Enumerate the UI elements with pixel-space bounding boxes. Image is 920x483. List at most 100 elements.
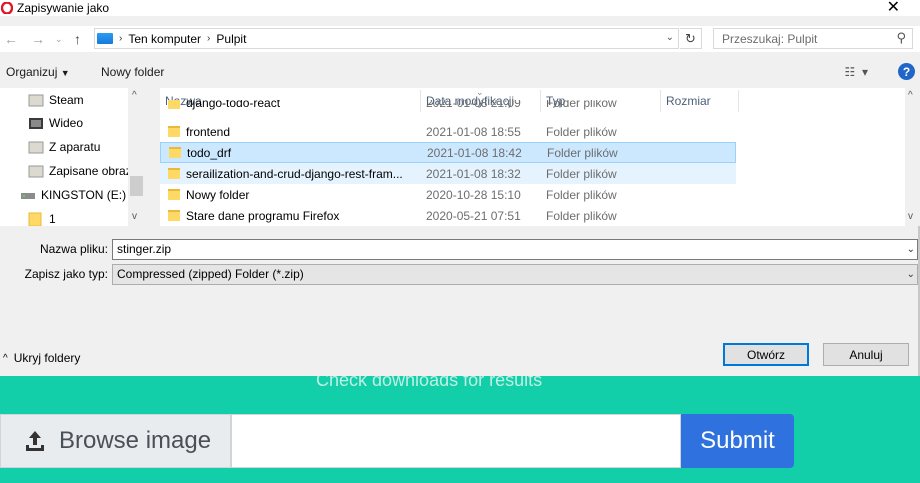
- file-date: 2020-10-28 15:10: [426, 187, 521, 202]
- folder-icon: [168, 126, 180, 137]
- file-type: Folder plików: [546, 100, 617, 110]
- file-name: todo_drf: [187, 145, 232, 160]
- video-folder-icon: [29, 118, 43, 129]
- search-placeholder: Przeszukaj: Pulpit: [722, 31, 818, 46]
- scroll-up-icon[interactable]: ^: [132, 90, 137, 101]
- list-item[interactable]: frontend 2021-01-08 18:55 Folder plików: [160, 121, 736, 142]
- back-arrow-icon[interactable]: ←: [4, 31, 18, 47]
- file-name: Stare dane programu Firefox: [186, 208, 340, 223]
- file-type: Folder plików: [546, 187, 617, 202]
- tree-item-video[interactable]: Wideo: [28, 112, 83, 134]
- recent-locations-icon[interactable]: ⌄: [55, 34, 63, 45]
- up-arrow-icon[interactable]: ↑: [74, 31, 81, 47]
- file-date: 2021-01-08 21:09: [426, 100, 521, 110]
- chevron-up-icon: ^: [3, 352, 8, 364]
- close-icon[interactable]: ✕: [887, 0, 900, 16]
- tree-item-label: KINGSTON (E:): [41, 188, 127, 202]
- filetype-select[interactable]: Compressed (zipped) Folder (*.zip) ⌄: [112, 263, 918, 285]
- scroll-thumb[interactable]: [130, 176, 143, 196]
- tree-item-label: Z aparatu: [49, 140, 101, 154]
- file-name: Nowy folder: [186, 187, 250, 202]
- tree-item-folder-1[interactable]: 1: [28, 208, 56, 226]
- filename-input[interactable]: stinger.zip ⌄: [112, 238, 918, 260]
- filename-label: Nazwa pliku:: [39, 242, 108, 256]
- scroll-down-icon[interactable]: v: [908, 211, 913, 222]
- new-folder-button[interactable]: Nowy folder: [101, 65, 164, 79]
- organize-menu[interactable]: Organizuj ▼: [6, 65, 70, 79]
- file-list: Nazwa Data modyfikacji Typ Rozmiar ⌄ dja…: [160, 88, 905, 226]
- filetype-row: Zapisz jako typ: Compressed (zipped) Fol…: [0, 263, 920, 285]
- filename-value: stinger.zip: [117, 242, 172, 256]
- tree-item-label: Steam: [49, 93, 84, 107]
- file-type: Folder plików: [546, 124, 617, 139]
- address-bar[interactable]: › Ten komputer › Pulpit ⌄: [94, 28, 679, 49]
- caret-down-icon: ▼: [60, 68, 70, 78]
- browse-image-label: Browse image: [59, 427, 212, 454]
- list-item[interactable]: django-todo-react 2021-01-08 21:09 Folde…: [160, 100, 736, 114]
- drive-icon: [21, 193, 35, 199]
- hide-folders-toggle[interactable]: ^ Ukryj foldery: [3, 351, 80, 365]
- tree-item-label: 1: [49, 212, 56, 226]
- chevron-down-icon[interactable]: ⌄: [907, 269, 915, 280]
- tree-item-saved-pictures[interactable]: Zapisane obraz: [28, 160, 132, 182]
- upload-icon: [26, 431, 44, 451]
- file-list-scrollbar[interactable]: ^ v: [905, 88, 920, 226]
- scroll-up-icon[interactable]: ^: [908, 90, 913, 101]
- list-item[interactable]: Nowy folder 2020-10-28 15:10 Folder plik…: [160, 184, 736, 205]
- chevron-down-icon[interactable]: ⌄: [907, 244, 915, 255]
- tree-item-camera-roll[interactable]: Z aparatu: [28, 136, 100, 158]
- search-input[interactable]: Przeszukaj: Pulpit ⚲: [713, 28, 913, 49]
- tree-item-label: Zapisane obraz: [49, 164, 132, 178]
- tree-item-kingston-drive[interactable]: KINGSTON (E:): [20, 184, 126, 206]
- file-date: 2021-01-08 18:42: [427, 145, 522, 160]
- save-button[interactable]: Otwórz: [723, 343, 809, 366]
- computer-icon: [97, 33, 113, 44]
- browse-image-button[interactable]: Browse image: [0, 414, 231, 468]
- image-url-input[interactable]: [231, 414, 681, 468]
- dialog-titlebar: Zapisywanie jako ✕: [0, 0, 920, 16]
- folder-icon: [28, 141, 44, 154]
- folder-icon: [168, 168, 180, 179]
- filename-row: Nazwa pliku: stinger.zip ⌄: [0, 238, 920, 260]
- tree-item-label: Wideo: [49, 116, 84, 130]
- sort-indicator-icon: ⌄: [476, 88, 484, 97]
- cancel-button[interactable]: Anuluj: [823, 343, 909, 366]
- organize-label: Organizuj: [6, 65, 58, 79]
- chevron-down-icon[interactable]: ⌄: [666, 32, 674, 43]
- scroll-down-icon[interactable]: v: [132, 211, 137, 222]
- search-icon: ⚲: [896, 30, 906, 45]
- folder-icon: [168, 100, 180, 109]
- help-icon[interactable]: ?: [898, 63, 915, 80]
- file-type: Folder plików: [546, 166, 617, 181]
- file-date: 2021-01-08 18:55: [426, 124, 521, 139]
- list-item-hovered[interactable]: serailization-and-crud-django-rest-fram.…: [160, 163, 736, 184]
- filetype-label: Zapisz jako typ:: [24, 267, 108, 281]
- folder-icon: [168, 189, 180, 200]
- command-toolbar: Organizuj ▼ Nowy folder ☷ ▾ ?: [0, 58, 920, 86]
- submit-button[interactable]: Submit: [681, 414, 794, 468]
- breadcrumb-desktop[interactable]: Pulpit: [216, 32, 246, 46]
- file-name: frontend: [186, 124, 231, 139]
- list-item[interactable]: Stare dane programu Firefox 2020-05-21 0…: [160, 205, 736, 226]
- hide-folders-label: Ukryj foldery: [13, 351, 81, 365]
- folder-icon: [28, 165, 44, 178]
- forward-arrow-icon[interactable]: →: [31, 31, 45, 47]
- tree-item-steam[interactable]: Steam: [28, 89, 84, 111]
- folder-icon: [168, 210, 180, 221]
- file-date: 2021-01-08 18:32: [426, 166, 521, 181]
- file-date: 2020-05-21 07:51: [426, 208, 521, 223]
- filetype-value: Compressed (zipped) Folder (*.zip): [117, 267, 304, 281]
- file-name: serailization-and-crud-django-rest-fram.…: [186, 166, 403, 181]
- dialog-title: Zapisywanie jako: [17, 1, 110, 15]
- folder-icon: [28, 212, 42, 226]
- list-item-selected[interactable]: todo_drf 2021-01-08 18:42 Folder plików: [160, 142, 736, 163]
- breadcrumb-this-pc[interactable]: Ten komputer: [128, 32, 201, 46]
- breadcrumb-separator-icon: ›: [207, 33, 211, 44]
- folder-icon: [169, 147, 181, 158]
- file-type: Folder plików: [547, 145, 618, 160]
- file-name: django-todo-react: [186, 100, 281, 110]
- folder-icon: [28, 94, 44, 107]
- tree-scrollbar[interactable]: ^ v: [128, 88, 145, 226]
- refresh-icon[interactable]: ↻: [680, 28, 702, 49]
- view-options-icon[interactable]: ☷ ▾: [845, 65, 868, 79]
